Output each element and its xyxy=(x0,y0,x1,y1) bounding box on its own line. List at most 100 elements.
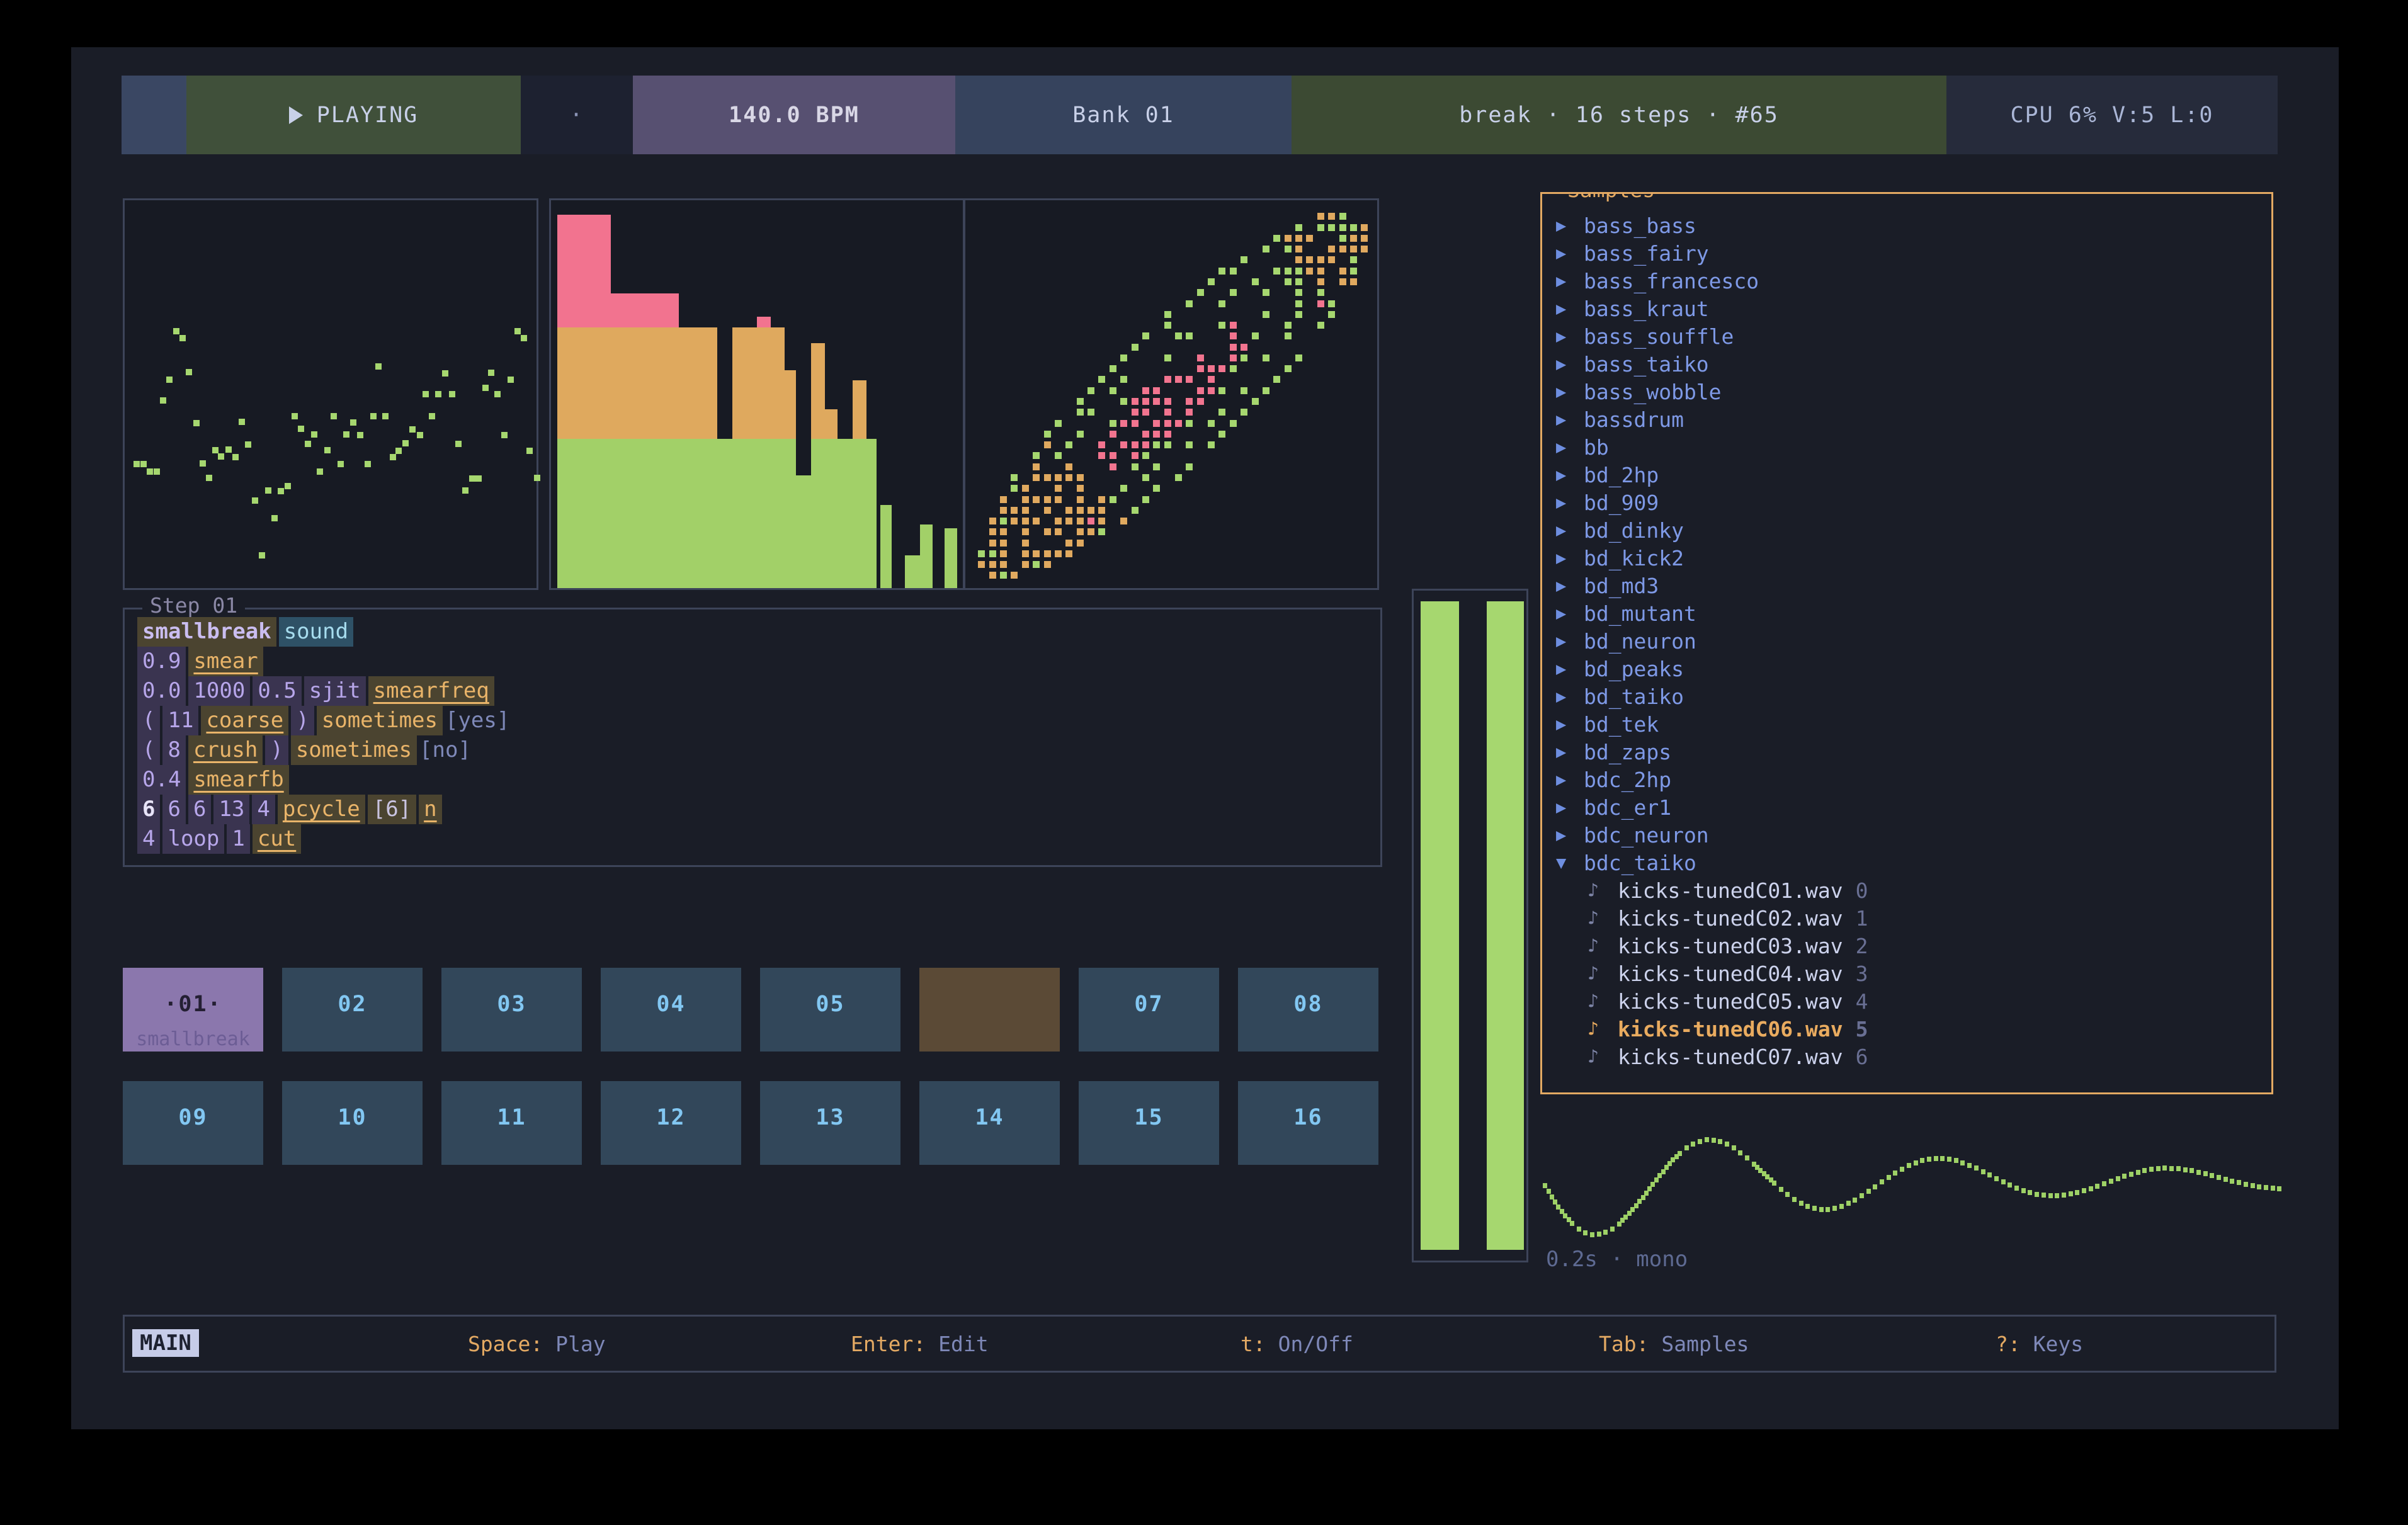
step-cell-6[interactable]: 06 xyxy=(919,968,1060,1052)
code-token-val[interactable]: 0.0 xyxy=(137,676,186,706)
cloud-dot xyxy=(1055,518,1062,524)
step-cell-2[interactable]: 02 xyxy=(282,968,423,1052)
folder-name: bass_kraut xyxy=(1584,297,1709,321)
sample-file-kicks-tunedC05.wav[interactable]: ♪kicks-tunedC05.wav4 xyxy=(1556,987,2266,1015)
code-token-val[interactable]: 4 xyxy=(252,795,275,824)
code-token-val[interactable]: ( xyxy=(137,706,160,735)
code-token-val[interactable]: ) xyxy=(291,706,314,735)
code-token-fn[interactable]: crush xyxy=(188,735,263,765)
sample-file-kicks-tunedC04.wav[interactable]: ♪kicks-tunedC04.wav3 xyxy=(1556,960,2266,987)
scatter-dot xyxy=(423,391,429,397)
step-cell-13[interactable]: 13 xyxy=(760,1081,900,1165)
sample-folder-bass_fairy[interactable]: ▶bass_fairy xyxy=(1556,239,2266,267)
step-cell-5[interactable]: 05 xyxy=(760,968,900,1052)
waveform-dash xyxy=(1893,1171,1897,1176)
sample-file-kicks-tunedC07.wav[interactable]: ♪kicks-tunedC07.wav6 xyxy=(1556,1043,2266,1070)
sample-folder-bd_peaks[interactable]: ▶bd_peaks xyxy=(1556,655,2266,683)
sample-file-kicks-tunedC02.wav[interactable]: ♪kicks-tunedC02.wav1 xyxy=(1556,904,2266,932)
bpm-display[interactable]: 140.0 BPM xyxy=(633,76,955,154)
code-token-name[interactable]: smallbreak xyxy=(137,617,276,647)
sample-folder-bd_mutant[interactable]: ▶bd_mutant xyxy=(1556,599,2266,627)
sample-folder-bass_kraut[interactable]: ▶bass_kraut xyxy=(1556,295,2266,322)
step-cell-1[interactable]: ·01·smallbreak xyxy=(123,968,263,1052)
sample-folder-bass_souffle[interactable]: ▶bass_souffle xyxy=(1556,322,2266,350)
step-cell-8[interactable]: 08 xyxy=(1238,968,1378,1052)
sample-folder-bdc_2hp[interactable]: ▶bdc_2hp xyxy=(1556,766,2266,793)
code-token-val[interactable]: 0.9 xyxy=(137,647,186,676)
sample-folder-bass_wobble[interactable]: ▶bass_wobble xyxy=(1556,378,2266,405)
step-cell-12[interactable]: 12 xyxy=(601,1081,741,1165)
cloud-dot xyxy=(1295,300,1302,307)
code-token-fn[interactable]: pcycle xyxy=(278,795,365,824)
code-token-val[interactable]: sjit xyxy=(304,676,366,706)
code-token-valb[interactable]: 6 xyxy=(137,795,160,824)
sample-folder-bass_francesco[interactable]: ▶bass_francesco xyxy=(1556,267,2266,295)
scatter-dot xyxy=(239,419,245,425)
code-token-val[interactable]: 13 xyxy=(213,795,249,824)
code-token-brk[interactable]: [yes] xyxy=(445,706,509,735)
code-token-val[interactable]: 4 xyxy=(137,824,160,854)
code-token-val[interactable]: 1 xyxy=(227,824,249,854)
sample-folder-bdc_taiko[interactable]: ▼bdc_taiko xyxy=(1556,849,2266,876)
code-token-val[interactable]: ( xyxy=(137,735,160,765)
step-cell-15[interactable]: 15 xyxy=(1079,1081,1219,1165)
sample-folder-bd_2hp[interactable]: ▶bd_2hp xyxy=(1556,461,2266,489)
code-token-val[interactable]: 0.5 xyxy=(253,676,301,706)
folder-name: bdc_neuron xyxy=(1584,823,1709,848)
scatter-dot xyxy=(449,391,455,397)
sample-file-kicks-tunedC03.wav[interactable]: ♪kicks-tunedC03.wav2 xyxy=(1556,932,2266,960)
step-code[interactable]: smallbreaksound0.9smear0.010000.5sjitsme… xyxy=(137,617,1370,854)
sample-folder-bb[interactable]: ▶bb xyxy=(1556,433,2266,461)
sample-folder-bd_kick2[interactable]: ▶bd_kick2 xyxy=(1556,544,2266,572)
code-token-val[interactable]: 8 xyxy=(162,735,185,765)
step-cell-3[interactable]: 03 xyxy=(441,968,582,1052)
waveform-dash xyxy=(2102,1181,2106,1186)
code-token-sound[interactable]: sound xyxy=(279,617,353,647)
code-token-val[interactable]: 6 xyxy=(188,795,211,824)
transport-status[interactable]: PLAYING xyxy=(186,76,521,154)
code-token-word[interactable]: sometimes xyxy=(291,735,417,765)
step-cell-10[interactable]: 10 xyxy=(282,1081,423,1165)
code-token-val[interactable]: 1000 xyxy=(188,676,250,706)
sample-file-kicks-tunedC01.wav[interactable]: ♪kicks-tunedC01.wav0 xyxy=(1556,876,2266,904)
code-token-fn[interactable]: smearfreq xyxy=(368,676,494,706)
step-cell-4[interactable]: 04 xyxy=(601,968,741,1052)
sample-folder-bd_zaps[interactable]: ▶bd_zaps xyxy=(1556,738,2266,766)
code-token-obrk[interactable]: [6] xyxy=(368,795,416,824)
code-token-word[interactable]: sometimes xyxy=(317,706,443,735)
code-token-val[interactable]: 0.4 xyxy=(137,765,186,795)
sample-folder-bd_md3[interactable]: ▶bd_md3 xyxy=(1556,572,2266,599)
sample-folder-bd_tek[interactable]: ▶bd_tek xyxy=(1556,710,2266,738)
bank-display[interactable]: Bank 01 xyxy=(955,76,1292,154)
sample-folder-bassdrum[interactable]: ▶bassdrum xyxy=(1556,405,2266,433)
code-token-val[interactable]: loop xyxy=(162,824,224,854)
sample-folder-bdc_neuron[interactable]: ▶bdc_neuron xyxy=(1556,821,2266,849)
cloud-dot xyxy=(1186,398,1193,405)
scatter-dot xyxy=(292,413,298,419)
step-cell-7[interactable]: 07 xyxy=(1079,968,1219,1052)
code-token-fn[interactable]: cut xyxy=(253,824,301,854)
sample-file-kicks-tunedC06.wav[interactable]: ♪kicks-tunedC06.wav5 xyxy=(1556,1015,2266,1043)
code-token-val[interactable]: 11 xyxy=(162,706,198,735)
sample-folder-bd_taiko[interactable]: ▶bd_taiko xyxy=(1556,683,2266,710)
code-token-val[interactable]: 6 xyxy=(162,795,185,824)
code-token-fn[interactable]: smearfb xyxy=(188,765,288,795)
sample-folder-bass_bass[interactable]: ▶bass_bass xyxy=(1556,212,2266,239)
sample-list[interactable]: ▶bass_bass▶bass_fairy▶bass_francesco▶bas… xyxy=(1556,212,2266,1070)
sample-folder-bd_neuron[interactable]: ▶bd_neuron xyxy=(1556,627,2266,655)
code-token-fn[interactable]: smear xyxy=(188,647,263,676)
step-cell-9[interactable]: 09 xyxy=(123,1081,263,1165)
code-token-fn[interactable]: coarse xyxy=(201,706,288,735)
sample-folder-bdc_er1[interactable]: ▶bdc_er1 xyxy=(1556,793,2266,821)
sample-folder-bass_taiko[interactable]: ▶bass_taiko xyxy=(1556,350,2266,378)
sample-folder-bd_909[interactable]: ▶bd_909 xyxy=(1556,489,2266,516)
cloud-dot xyxy=(1000,550,1007,557)
scatter-dot xyxy=(475,475,482,482)
code-token-brk[interactable]: [no] xyxy=(419,735,471,765)
sample-folder-bd_dinky[interactable]: ▶bd_dinky xyxy=(1556,516,2266,544)
step-cell-16[interactable]: 16 xyxy=(1238,1081,1378,1165)
step-cell-11[interactable]: 11 xyxy=(441,1081,582,1165)
code-token-val[interactable]: ) xyxy=(265,735,288,765)
step-cell-14[interactable]: 14 xyxy=(919,1081,1060,1165)
code-token-fn[interactable]: n xyxy=(419,795,441,824)
